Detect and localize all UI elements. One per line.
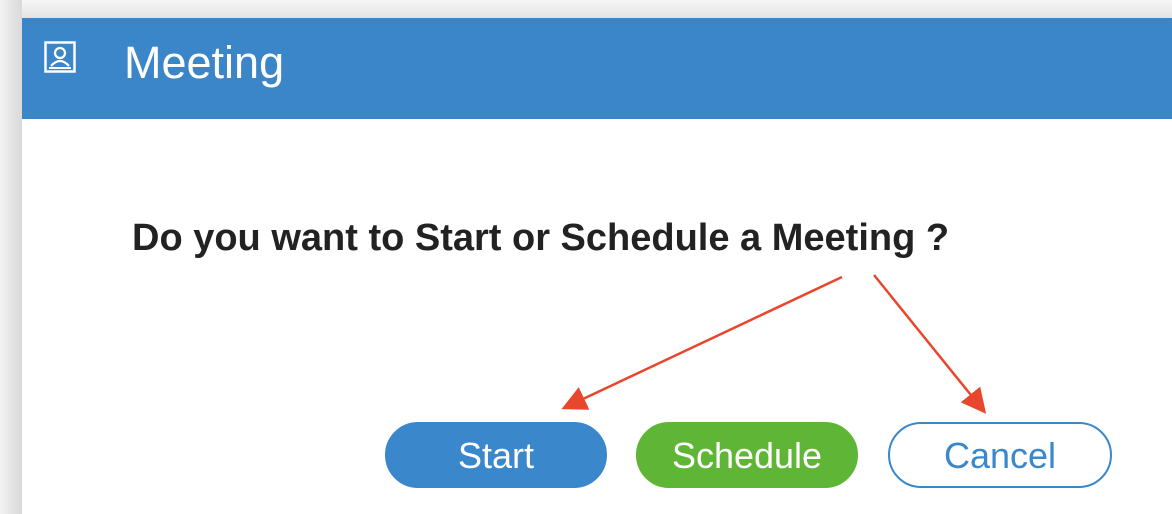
presenter-screen-icon: [44, 41, 76, 73]
window-shadow-top: [0, 0, 1172, 18]
meeting-dialog: Meeting Do you want to Start or Schedule…: [22, 18, 1172, 514]
dialog-question: Do you want to Start or Schedule a Meeti…: [132, 217, 950, 259]
schedule-button[interactable]: Schedule: [636, 422, 858, 488]
window-shadow-left: [0, 0, 22, 514]
cancel-button[interactable]: Cancel: [888, 422, 1112, 488]
dialog-titlebar: Meeting: [22, 18, 1172, 119]
start-button[interactable]: Start: [385, 422, 607, 488]
dialog-title: Meeting: [124, 37, 285, 88]
